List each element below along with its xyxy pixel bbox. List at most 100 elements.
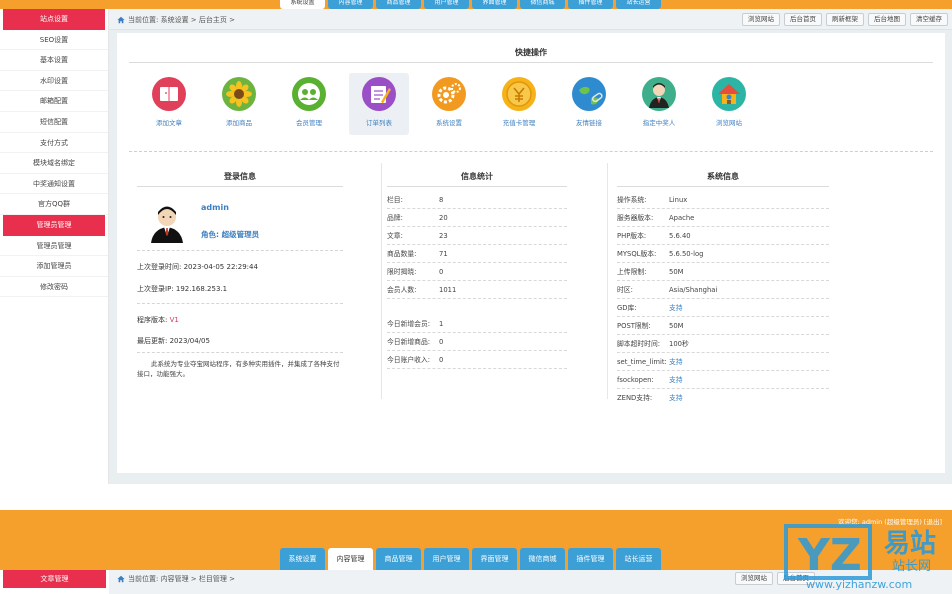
tab-interface[interactable]: 界面管理 [472, 548, 517, 570]
breadcrumb-text: 当前位置: 内容管理 > 栏目管理 > [128, 575, 235, 583]
sidebar-item-sms[interactable]: 短信配置 [0, 112, 108, 133]
sys-label: GD库: [617, 304, 637, 312]
sidebar: 站点设置 SEO设置 基本设置 水印设置 邮箱配置 短信配置 支付方式 模块域名… [0, 9, 109, 484]
sidebar-item-watermark[interactable]: 水印设置 [0, 71, 108, 92]
breadcrumb: 当前位置: 系统设置 > 后台主页 > [117, 15, 235, 25]
sys-value: 100秒 [669, 340, 689, 348]
quick-action-add-article[interactable]: 添加文章 [139, 73, 199, 135]
quick-action-members[interactable]: 会员管理 [279, 73, 339, 135]
sys-row: 服务器版本: Apache [617, 209, 829, 227]
quick-action-label: 系统设置 [436, 119, 462, 127]
sidebar-group-article[interactable]: 文章管理 [3, 570, 106, 588]
quick-action-system-settings[interactable]: 系统设置 [419, 73, 479, 135]
sidebar-item-basic[interactable]: 基本设置 [0, 50, 108, 71]
browse-site-button[interactable]: 浏览网站 [735, 572, 773, 585]
system-description: 此系统为专业夺宝网站程序，有多种实用插件，并集成了各种支付接口，功能强大。 [137, 360, 340, 378]
sidebar-item-admin-manage[interactable]: 管理员管理 [0, 236, 108, 257]
tab-operations[interactable]: 站长运营 [616, 548, 661, 570]
sys-row: ZEND支持: 支持 [617, 389, 829, 407]
tab-wechat-mall[interactable]: 微信商城 [520, 548, 565, 570]
tab-system-settings[interactable]: 系统设置 [280, 0, 325, 9]
site-watermark-logo: YZ 易站 站长网 www.yizhanzw.com [784, 524, 936, 591]
sys-row: 操作系统: Linux [617, 191, 829, 209]
divider [137, 250, 343, 251]
tab-content[interactable]: 内容管理 [328, 0, 373, 9]
globe-icon [572, 77, 606, 111]
sys-label: POST限制: [617, 322, 651, 330]
sidebar-group-admin[interactable]: 管理员管理 [3, 214, 105, 236]
sidebar-item-seo[interactable]: SEO设置 [0, 30, 108, 51]
top-nav-tabs: 系统设置 内容管理 商品管理 用户管理 界面管理 微信商城 插件管理 站长运营 [280, 0, 661, 9]
tab-goods[interactable]: 商品管理 [376, 0, 421, 9]
tab-content[interactable]: 内容管理 [328, 548, 373, 570]
sys-label: 时区: [617, 286, 633, 294]
clear-cache-button[interactable]: 清空缓存 [910, 13, 948, 26]
stat-row-today: 今日新增商品: 0 [387, 333, 567, 351]
divider [137, 303, 343, 304]
sidebar-group-site-settings[interactable]: 站点设置 [3, 9, 105, 30]
admin-home-button[interactable]: 后台首页 [784, 13, 822, 26]
admin-panel-main: 系统设置 内容管理 商品管理 用户管理 界面管理 微信商城 插件管理 站长运营 … [0, 0, 952, 484]
tab-plugins[interactable]: 插件管理 [568, 0, 613, 9]
quick-action-recharge-cards[interactable]: 充值卡管理 [489, 73, 549, 135]
quick-action-label: 充值卡管理 [502, 119, 536, 127]
quick-action-assign-winner[interactable]: 指定中奖人 [629, 73, 689, 135]
sys-value-link[interactable]: 支持 [669, 353, 683, 371]
quick-action-label: 指定中奖人 [642, 119, 676, 127]
book-icon [152, 77, 186, 111]
sidebar-item-change-password[interactable]: 修改密码 [0, 277, 108, 298]
sys-label: fsockopen: [617, 376, 654, 384]
stat-row-today: 今日新增会员: 1 [387, 315, 567, 333]
sys-row: GD库: 支持 [617, 299, 829, 317]
tab-operations[interactable]: 站长运营 [616, 0, 661, 9]
admin-map-button[interactable]: 后台地图 [868, 13, 906, 26]
stat-value: 0 [439, 356, 444, 364]
quick-action-add-goods[interactable]: 添加商品 [209, 73, 269, 135]
stats-title: 信息统计 [387, 171, 567, 187]
tab-users[interactable]: 用户管理 [424, 548, 469, 570]
sidebar-item-win-notify[interactable]: 中奖通知设置 [0, 174, 108, 195]
sys-value: 50M [669, 268, 684, 276]
sys-value-link[interactable]: 支持 [669, 389, 683, 407]
watermark-title: 易站 [884, 529, 936, 559]
tab-goods[interactable]: 商品管理 [376, 548, 421, 570]
sidebar-item-qq-group[interactable]: 官方QQ群 [0, 194, 108, 215]
quick-action-label: 浏览网站 [716, 119, 742, 127]
stats-panel: 信息统计 栏目: 8 品牌: 20 文章: 23 商品数量: 71 限时揭晓: 0 会员人… [387, 165, 567, 405]
refresh-frame-button[interactable]: 刷新框架 [826, 13, 864, 26]
stat-label: 栏目: [387, 196, 403, 204]
quick-action-friend-links[interactable]: 友情链接 [559, 73, 619, 135]
system-info-title: 系统信息 [617, 171, 829, 187]
tab-interface[interactable]: 界面管理 [472, 0, 517, 9]
stat-label: 文章: [387, 232, 403, 240]
tab-system-settings[interactable]: 系统设置 [280, 548, 325, 570]
watermark-url: www.yizhanzw.com [806, 578, 912, 591]
quick-action-browse-site[interactable]: 浏览网站 [699, 73, 759, 135]
sys-label: 上传限制: [617, 268, 647, 276]
quick-action-label: 会员管理 [296, 119, 322, 127]
house-icon [712, 77, 746, 111]
stat-value: 1011 [439, 286, 457, 294]
sys-value: 50M [669, 322, 684, 330]
browse-site-button[interactable]: 浏览网站 [742, 13, 780, 26]
sys-value-link[interactable]: 支持 [669, 299, 683, 317]
sidebar-item-add-admin[interactable]: 添加管理员 [0, 256, 108, 277]
admin-role: 角色: 超级管理员 [201, 230, 260, 239]
sys-value: Apache [669, 214, 695, 222]
sidebar-item-payment[interactable]: 支付方式 [0, 133, 108, 154]
stat-value: 71 [439, 250, 448, 258]
sys-row: MYSQL版本: 5.6.50-log [617, 245, 829, 263]
order-list-icon [362, 77, 396, 111]
quick-action-order-list[interactable]: 订单列表 [349, 73, 409, 135]
tab-plugins[interactable]: 插件管理 [568, 548, 613, 570]
home-icon [117, 16, 125, 24]
tab-users[interactable]: 用户管理 [424, 0, 469, 9]
column-divider [381, 163, 382, 399]
login-info-panel: 登录信息 admin 角色: 超级管理员 上次登录时间: 2023-04-05 … [137, 165, 343, 405]
last-update: 最后更新: 2023/04/05 [137, 337, 210, 345]
sidebar-item-email[interactable]: 邮箱配置 [0, 91, 108, 112]
tab-wechat-mall[interactable]: 微信商城 [520, 0, 565, 9]
sys-value-link[interactable]: 支持 [669, 371, 683, 389]
sidebar: 文章管理 [0, 570, 109, 594]
sidebar-item-domain-binding[interactable]: 模块域名绑定 [0, 153, 108, 174]
